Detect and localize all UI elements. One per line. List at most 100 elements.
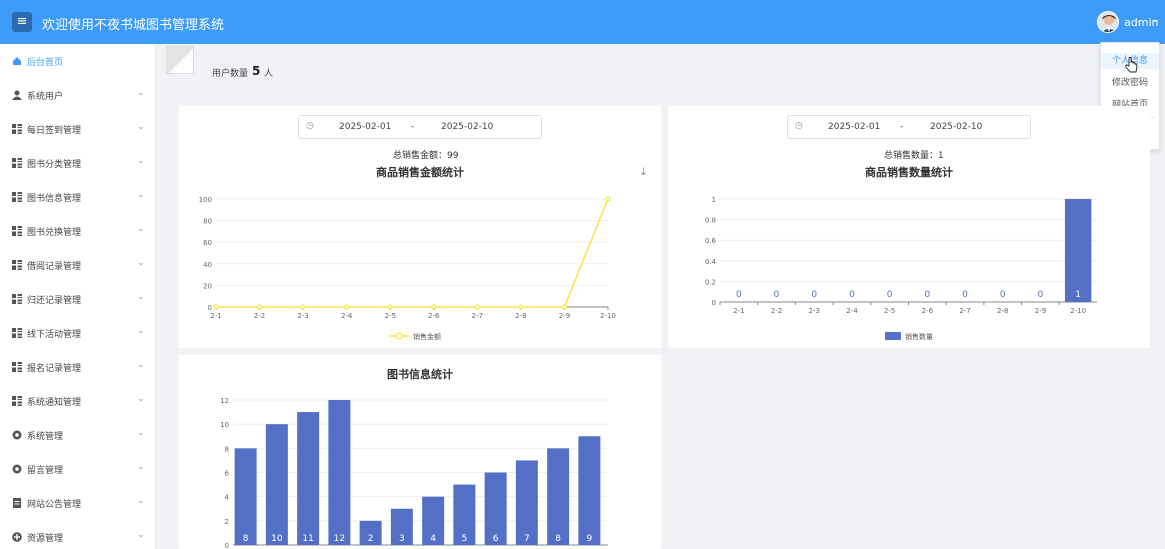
y-tick-label: 40 [203, 261, 212, 269]
y-tick-label: 0.4 [705, 258, 717, 266]
legend-label: 销售金额 [413, 332, 441, 341]
bar [547, 448, 570, 545]
x-tick-label: 2-9 [1035, 307, 1046, 315]
y-tick-label: 6 [225, 470, 230, 478]
sales-amount-title: 商品销售金额统计 [376, 166, 464, 179]
bar-value-label: 7 [524, 534, 530, 544]
sidebar-item[interactable]: 系统管理 ⌄ [0, 419, 156, 453]
bar-value-label: 8 [555, 534, 561, 544]
bar-value-label: 0 [811, 290, 817, 300]
bar [234, 448, 257, 545]
legend-swatch [885, 332, 901, 340]
grid-icon [12, 226, 22, 236]
user-count-card [166, 46, 194, 74]
date-separator: - [900, 122, 904, 132]
x-tick-label: 2-3 [809, 307, 820, 315]
x-tick-label: 2-1 [733, 307, 744, 315]
y-tick-label: 0 [208, 304, 212, 312]
avatar[interactable] [1097, 11, 1119, 33]
chevron-down-icon[interactable]: ⌄ [1152, 15, 1160, 25]
chevron-down-icon: ⌄ [137, 462, 145, 472]
sidebar-item[interactable]: 借阅记录管理 ⌄ [0, 249, 156, 283]
bar-value-label: 0 [849, 290, 855, 300]
chevron-down-icon: ⌄ [137, 326, 145, 336]
sidebar-item[interactable]: 资源管理 ⌄ [0, 521, 156, 549]
sales-count-total: 总销售数量：1 [884, 151, 944, 161]
sidebar-item-label: 图书分类管理 [27, 160, 82, 170]
sidebar-item-label: 线下活动管理 [27, 330, 82, 340]
sidebar-item-label: 借阅记录管理 [27, 262, 82, 272]
chevron-down-icon: ⌄ [137, 156, 145, 166]
bar-value-label: 9 [587, 534, 593, 544]
y-tick-label: 0.2 [705, 278, 716, 286]
x-tick-label: 2-8 [997, 307, 1008, 315]
sidebar-item-label: 系统管理 [27, 432, 64, 442]
sidebar-item[interactable]: 系统用户 ⌄ [0, 79, 156, 113]
date-start[interactable]: 2025-02-01 [339, 122, 391, 132]
sales-count-date-range[interactable]: ◷ 2025-02-01 - 2025-02-10 [787, 115, 1031, 139]
sidebar-item[interactable]: 归还记录管理 ⌄ [0, 283, 156, 317]
bar [297, 412, 320, 545]
plus-circle-icon [12, 532, 22, 542]
bar-value-label: 0 [774, 290, 780, 300]
y-tick-label: 0 [225, 542, 229, 549]
legend-label: 销售数量 [905, 332, 933, 341]
sidebar-item[interactable]: 图书兑换管理 ⌄ [0, 215, 156, 249]
app-title: 欢迎使用不夜书城图书管理系统 [42, 18, 225, 33]
sidebar-item[interactable]: 图书信息管理 ⌄ [0, 181, 156, 215]
download-icon[interactable]: ⤓ [641, 165, 646, 179]
grid-icon [12, 260, 22, 270]
sales-amount-total: 总销售金额：99 [393, 151, 459, 161]
sidebar-item[interactable]: 后台首页 [0, 45, 156, 79]
sidebar-item[interactable]: 网站公告管理 ⌄ [0, 487, 156, 521]
sidebar-item[interactable]: 每日签到管理 ⌄ [0, 113, 156, 147]
gear-icon [12, 430, 22, 440]
chevron-down-icon: ⌄ [137, 360, 145, 370]
chevron-down-icon: ⌄ [137, 394, 145, 404]
series-line [216, 198, 609, 308]
sidebar-item[interactable]: 图书分类管理 ⌄ [0, 147, 156, 181]
sidebar-item-label: 后台首页 [27, 58, 64, 68]
y-tick-label: 80 [203, 218, 212, 226]
bar-value-label: 3 [399, 534, 405, 544]
date-end[interactable]: 2025-02-10 [930, 122, 982, 132]
chevron-down-icon: ⌄ [137, 292, 145, 302]
dropdown-item-change-password[interactable]: 修改密码 [1101, 75, 1159, 91]
bar [1064, 199, 1092, 302]
y-tick-label: 1 [712, 196, 716, 204]
sidebar-item-label: 报名记录管理 [27, 364, 82, 374]
sidebar-item[interactable]: 留言管理 ⌄ [0, 453, 156, 487]
data-point [213, 304, 219, 310]
sidebar-item[interactable]: 系统通知管理 ⌄ [0, 385, 156, 419]
sidebar-item-label: 归还记录管理 [27, 296, 82, 306]
date-end[interactable]: 2025-02-10 [441, 122, 493, 132]
data-point [605, 196, 611, 202]
chevron-down-icon: ⌄ [137, 224, 145, 234]
x-tick-label: 2-6 [428, 312, 440, 320]
sales-amount-date-range[interactable]: ◷ 2025-02-01 - 2025-02-10 [298, 115, 542, 139]
menu-toggle-button[interactable]: ≡ [12, 12, 32, 32]
hand-cursor-icon [1125, 57, 1138, 73]
y-tick-label: 10 [220, 421, 229, 429]
bar-value-label: 0 [962, 290, 968, 300]
date-separator: - [411, 122, 415, 132]
grid-icon [12, 328, 22, 338]
bar [328, 400, 351, 545]
chevron-down-icon: ⌄ [137, 530, 145, 540]
data-point [474, 304, 480, 310]
chevron-down-icon: ⌄ [137, 88, 145, 98]
book-info-title: 图书信息统计 [387, 368, 453, 381]
x-tick-label: 2-3 [297, 312, 308, 320]
sidebar-item[interactable]: 报名记录管理 ⌄ [0, 351, 156, 385]
y-tick-label: 2 [225, 518, 229, 526]
date-start[interactable]: 2025-02-01 [828, 122, 880, 132]
sidebar-item[interactable]: 线下活动管理 ⌄ [0, 317, 156, 351]
x-tick-label: 2-7 [472, 312, 483, 320]
chevron-down-icon: ⌄ [137, 190, 145, 200]
sidebar-item-label: 图书兑换管理 [27, 228, 82, 238]
y-tick-label: 0 [712, 299, 716, 307]
bar-value-label: 5 [462, 534, 468, 544]
sidebar-item-label: 系统用户 [27, 92, 64, 102]
data-point [561, 304, 568, 310]
data-point [518, 304, 524, 310]
